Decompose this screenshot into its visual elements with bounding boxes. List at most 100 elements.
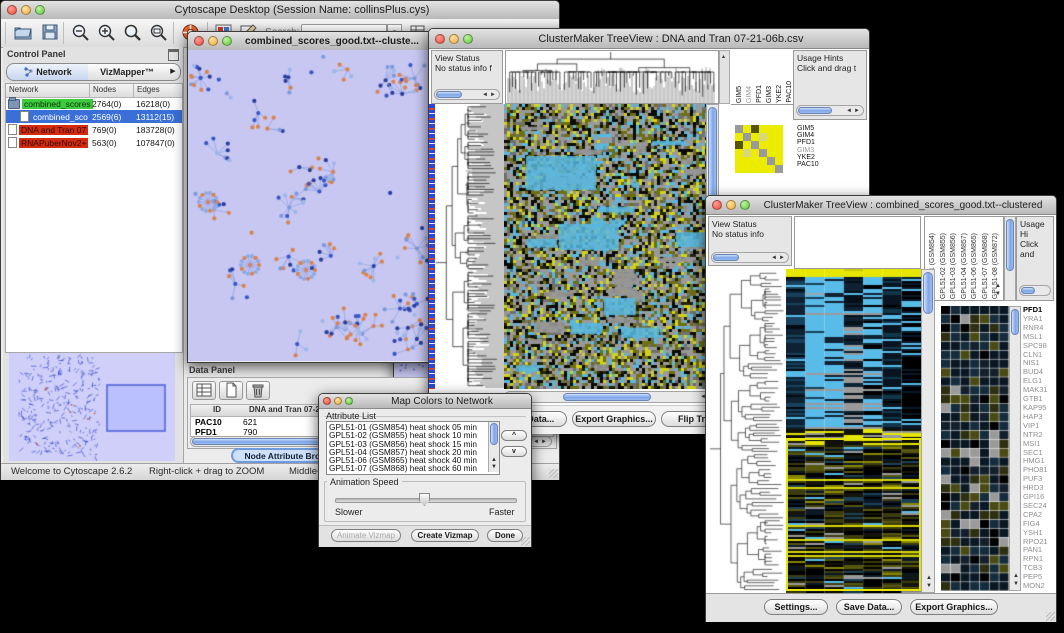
matrix-cell[interactable]: [775, 133, 783, 141]
close-button[interactable]: [7, 5, 17, 15]
row-label[interactable]: PAC10: [797, 161, 867, 168]
tv1-col-scroll-strip[interactable]: ▴: [719, 50, 730, 104]
matrix-cell[interactable]: [751, 149, 759, 157]
network-list-row[interactable]: RNAPuberNov2+563(0)107847(0): [6, 136, 182, 149]
attribute-list-item[interactable]: GPL51-07 (GSM868) heat shock 60 min: [329, 464, 485, 472]
matrix-cell[interactable]: [735, 125, 743, 133]
tv2-column-tree-area[interactable]: [794, 216, 921, 269]
tab-network[interactable]: Network: [6, 63, 90, 81]
row-label[interactable]: GIM4: [797, 132, 867, 139]
zoom-window-button[interactable]: [222, 36, 232, 46]
attribute-list-item[interactable]: GPL51-01 (GSM854) heat shock 05 min: [329, 423, 485, 431]
zoom-window-button[interactable]: [463, 34, 473, 44]
attribute-list-item[interactable]: GPL51-02 (GSM855) heat shock 10 min: [329, 431, 485, 439]
matrix-cell[interactable]: [743, 141, 751, 149]
delete-attribute-button[interactable]: [246, 381, 270, 400]
resize-grip[interactable]: [521, 537, 530, 546]
attribute-list-item[interactable]: GPL51-04 (GSM857) heat shock 20 min: [329, 448, 485, 456]
matrix-cell[interactable]: [751, 165, 759, 173]
matrix-cell[interactable]: [735, 165, 743, 173]
matrix-cell[interactable]: [767, 125, 775, 133]
tv1-heatmap-canvas[interactable]: [504, 104, 706, 389]
matrix-cell[interactable]: [743, 149, 751, 157]
matrix-cell[interactable]: [775, 149, 783, 157]
attribute-select-button[interactable]: [192, 381, 216, 400]
matrix-cell[interactable]: [759, 125, 767, 133]
tv2-collabel-vscrollbar[interactable]: [1004, 216, 1016, 301]
tv1-status-hscrollbar[interactable]: ◄►: [434, 89, 500, 100]
matrix-cell[interactable]: [743, 165, 751, 173]
matrix-cell[interactable]: [775, 165, 783, 173]
matrix-cell[interactable]: [767, 157, 775, 165]
resize-grip[interactable]: [549, 469, 558, 478]
tab-overflow-arrow[interactable]: ▶: [166, 63, 181, 81]
matrix-cell[interactable]: [767, 165, 775, 173]
matrix-cell[interactable]: [775, 125, 783, 133]
tv2-heatmap-vscrollbar[interactable]: ▲▼: [921, 269, 935, 593]
tv2-usage-hscrollbar[interactable]: [1019, 285, 1051, 296]
matrix-cell[interactable]: [759, 149, 767, 157]
matrix-cell[interactable]: [751, 141, 759, 149]
move-down-button[interactable]: v: [501, 446, 527, 457]
column-label[interactable]: GPL51-02 (GSM855): [939, 233, 949, 299]
close-button[interactable]: [323, 397, 331, 405]
matrix-cell[interactable]: [735, 133, 743, 141]
attribute-list-vscrollbar[interactable]: ▲▼: [488, 422, 499, 472]
matrix-cell[interactable]: [735, 141, 743, 149]
save-icon[interactable]: [41, 23, 59, 41]
matrix-cell[interactable]: [751, 133, 759, 141]
open-folder-icon[interactable]: [13, 23, 33, 41]
zoom-out-icon[interactable]: [71, 23, 90, 42]
matrix-cell[interactable]: [767, 141, 775, 149]
column-label[interactable]: GPL51-06 (GSM865): [970, 233, 980, 299]
matrix-cell[interactable]: [743, 125, 751, 133]
tv2-zoom-vscrollbar[interactable]: ▲▼: [1009, 306, 1021, 591]
tv2-row-dendrogram[interactable]: [708, 269, 786, 593]
matrix-cell[interactable]: [759, 165, 767, 173]
network-list-row[interactable]: combined_scores2764(0)16218(0): [6, 97, 182, 110]
network-list-row[interactable]: combined_sco2569(6)13112(15): [6, 110, 182, 123]
matrix-cell[interactable]: [751, 125, 759, 133]
minimize-button[interactable]: [726, 200, 736, 210]
matrix-cell[interactable]: [759, 157, 767, 165]
attribute-list-item[interactable]: GPL51-06 (GSM865) heat shock 40 min: [329, 456, 485, 464]
zoom-window-button[interactable]: [35, 5, 45, 15]
minimize-button[interactable]: [21, 5, 31, 15]
network1-titlebar[interactable]: combined_scores_good.txt--cluste...: [188, 32, 432, 51]
close-button[interactable]: [712, 200, 722, 210]
network-list-row[interactable]: DNA and Tran 07769(0)183728(0): [6, 123, 182, 136]
tv1-row-dendrogram[interactable]: [435, 104, 504, 389]
resize-grip[interactable]: [1046, 612, 1055, 621]
zoom-window-button[interactable]: [345, 397, 353, 405]
treeview2-titlebar[interactable]: ClusterMaker TreeView : combined_scores_…: [706, 196, 1056, 215]
minimize-button[interactable]: [208, 36, 218, 46]
close-button[interactable]: [194, 36, 204, 46]
animate-vizmap-button[interactable]: Animate Vizmap: [331, 529, 401, 542]
network1-canvas[interactable]: [188, 50, 430, 361]
row-label[interactable]: MON2: [1023, 582, 1056, 591]
tv2-save-data-button[interactable]: Save Data...: [836, 599, 902, 615]
create-vizmap-button[interactable]: Create Vizmap: [411, 529, 479, 542]
row-label[interactable]: YKE2: [797, 154, 867, 161]
tv2-status-hscrollbar[interactable]: ◄►: [711, 252, 789, 263]
matrix-cell[interactable]: [759, 141, 767, 149]
zoom-selected-icon[interactable]: [123, 23, 142, 42]
done-button[interactable]: Done: [487, 529, 523, 542]
float-panel-icon[interactable]: [168, 49, 179, 61]
matrix-cell[interactable]: [775, 141, 783, 149]
column-label[interactable]: PFD1: [755, 85, 765, 103]
zoom-window-button[interactable]: [740, 200, 750, 210]
tv1-heatmap-hscrollbar[interactable]: ◄►: [504, 391, 719, 403]
matrix-cell[interactable]: [775, 157, 783, 165]
tab-vizmapper[interactable]: VizMapper™: [88, 63, 167, 81]
matrix-cell[interactable]: [759, 133, 767, 141]
close-button[interactable]: [435, 34, 445, 44]
main-titlebar[interactable]: Cytoscape Desktop (Session Name: collins…: [1, 1, 559, 20]
minimize-button[interactable]: [449, 34, 459, 44]
move-up-button[interactable]: ^: [501, 430, 527, 441]
row-label[interactable]: PFD1: [797, 139, 867, 146]
column-label[interactable]: GIM4: [745, 86, 755, 103]
tv1-usage-hscrollbar[interactable]: ◄►: [796, 105, 864, 116]
birdseye-view-canvas[interactable]: [9, 353, 175, 461]
tv2-settings-button[interactable]: Settings...: [764, 599, 828, 615]
